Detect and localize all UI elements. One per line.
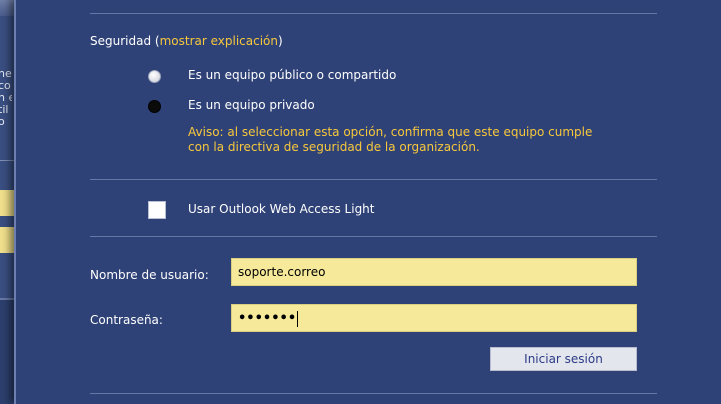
private-computer-warning: Aviso: al seleccionar esta opción, confi… — [188, 125, 668, 155]
public-computer-label[interactable]: Es un equipo público o compartido — [188, 68, 396, 82]
section-divider — [90, 393, 657, 394]
login-panel: Seguridad (mostrar explicación) Es un eq… — [14, 0, 721, 404]
background-text-line: o — [0, 115, 5, 128]
section-divider — [90, 236, 657, 237]
username-value: soporte.correo — [238, 265, 326, 279]
sign-in-button[interactable]: Iniciar sesión — [490, 347, 637, 371]
private-computer-radio[interactable] — [148, 100, 161, 113]
security-label-close: ) — [278, 34, 283, 48]
username-input[interactable]: soporte.correo — [231, 258, 637, 286]
section-divider — [90, 13, 657, 14]
show-explanation-link[interactable]: mostrar explicación — [160, 34, 278, 48]
warning-line: con la directiva de seguridad de la orga… — [188, 140, 480, 154]
section-divider — [90, 179, 657, 180]
background-window-text: ne co n e til o — [0, 68, 12, 128]
security-label: Seguridad ( — [90, 34, 160, 48]
private-computer-label[interactable]: Es un equipo privado — [188, 98, 315, 112]
password-label: Contraseña: — [90, 313, 163, 327]
username-label: Nombre de usuario: — [90, 268, 209, 282]
light-version-checkbox[interactable] — [148, 201, 166, 219]
text-caret — [297, 310, 299, 327]
password-input[interactable]: ••••••• — [231, 304, 637, 332]
light-version-label[interactable]: Usar Outlook Web Access Light — [188, 202, 375, 216]
login-form: Seguridad (mostrar explicación) Es un eq… — [90, 0, 670, 404]
warning-line: Aviso: al seleccionar esta opción, confi… — [188, 125, 593, 139]
public-computer-radio[interactable] — [148, 70, 161, 83]
background-divider — [0, 160, 14, 161]
security-heading: Seguridad (mostrar explicación) — [90, 34, 283, 48]
password-mask: ••••••• — [238, 311, 297, 326]
